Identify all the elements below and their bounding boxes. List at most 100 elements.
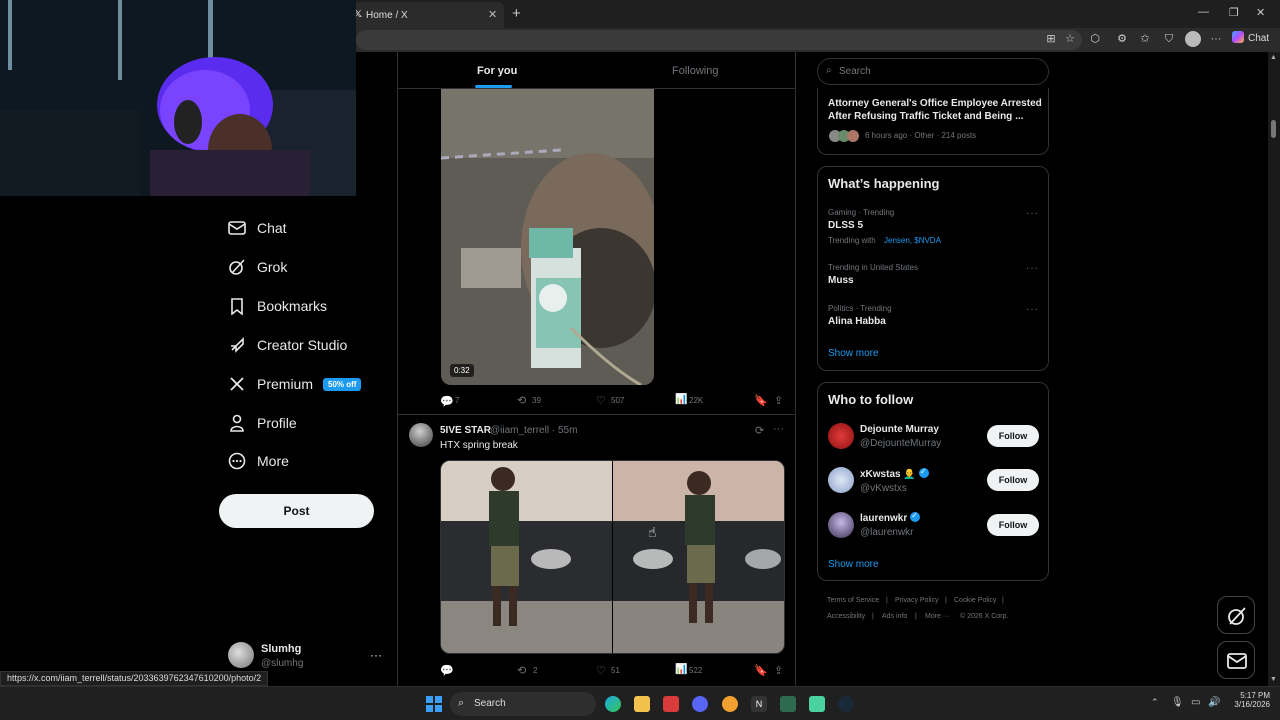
copilot-chat-button[interactable]: Chat [1232, 31, 1269, 44]
page-scrollbar[interactable] [1268, 52, 1280, 686]
search-input[interactable]: Search [839, 66, 871, 77]
footer-link-cookie[interactable]: Cookie Policy [954, 597, 996, 604]
scrollbar-thumb[interactable] [1271, 120, 1276, 138]
tray-chevron-icon[interactable]: ⌃ [1151, 697, 1159, 708]
app-icon[interactable] [722, 696, 738, 712]
bookmark-action-icon[interactable]: 🔖 [754, 664, 768, 677]
user-name[interactable]: xKwstas 👨‍🦲 [860, 467, 929, 480]
like-icon[interactable]: ♡ [596, 394, 606, 407]
user-avatar[interactable] [828, 512, 854, 538]
footer-link-ads[interactable]: Ads info [882, 613, 907, 620]
profile-avatar-icon[interactable] [1185, 31, 1201, 47]
repost-icon[interactable]: ⟲ [517, 394, 526, 407]
video-frame-image [441, 88, 654, 385]
taskbar-clock[interactable]: 5:17 PM 3/16/2026 [1222, 691, 1270, 709]
user-avatar[interactable] [828, 467, 854, 493]
new-tab-icon[interactable]: + [512, 5, 521, 22]
grok-explain-icon[interactable]: ⟳ [755, 424, 764, 437]
like-icon[interactable]: ♡ [596, 664, 606, 677]
user-name[interactable]: laurenwkr [860, 511, 921, 524]
tweet2-author-name[interactable]: 5IVE STAR [440, 425, 491, 436]
trend-more-icon[interactable]: ··· [1026, 304, 1039, 315]
app-icon[interactable] [780, 696, 796, 712]
file-explorer-icon[interactable] [634, 696, 650, 712]
trends-show-more[interactable]: Show more [828, 348, 879, 359]
share-icon[interactable]: ⇪ [774, 394, 783, 407]
app-icon[interactable] [809, 696, 825, 712]
tweet-photo-2[interactable] [613, 461, 784, 653]
news-headline-line2[interactable]: After Refusing Traffic Ticket and Being … [828, 111, 1023, 122]
scroll-down-icon[interactable]: ▼ [1270, 676, 1277, 683]
trend-extra-links[interactable]: Jensen, $NVDA [884, 236, 941, 245]
microphone-icon[interactable]: 🎙 [1171, 697, 1184, 708]
nav-item-grok[interactable]: Grok [226, 252, 287, 282]
reply-icon[interactable]: 💬 [440, 664, 454, 677]
nav-item-more[interactable]: More [226, 446, 289, 476]
extensions-puzzle-icon[interactable]: ⚙ [1115, 32, 1129, 46]
share-icon[interactable]: ⇪ [774, 664, 783, 677]
user-name[interactable]: Dejounte Murray [860, 424, 939, 435]
steam-icon[interactable] [838, 696, 854, 712]
follow-button[interactable]: Follow [987, 514, 1039, 536]
footer-link-accessibility[interactable]: Accessibility [827, 613, 865, 620]
nav-item-chat[interactable]: Chat [226, 213, 287, 243]
windows-start-icon[interactable] [426, 696, 442, 712]
network-icon[interactable]: ▭ [1191, 697, 1200, 708]
settings-more-icon[interactable]: ··· [1209, 32, 1223, 46]
favorites-icon[interactable]: ✩ [1138, 32, 1152, 46]
address-bar[interactable] [356, 30, 1082, 50]
nav-item-profile[interactable]: Profile [226, 408, 297, 438]
messages-fab-button[interactable] [1217, 641, 1255, 679]
grok-icon [226, 256, 248, 278]
app-icon[interactable] [663, 696, 679, 712]
volume-icon[interactable]: 🔊 [1208, 697, 1220, 708]
trend-name[interactable]: Alina Habba [828, 316, 886, 327]
app-available-icon[interactable]: ⊞ [1044, 32, 1058, 46]
views-icon[interactable]: 📊 [675, 394, 687, 405]
tab-following[interactable]: Following [672, 65, 718, 77]
tweet-more-icon[interactable]: ··· [773, 423, 784, 435]
follow-button[interactable]: Follow [987, 469, 1039, 491]
follow-button[interactable]: Follow [987, 425, 1039, 447]
tweet-photo-1[interactable] [441, 461, 612, 653]
tweet-video[interactable] [441, 88, 654, 385]
extension-icon[interactable]: ⬡ [1088, 32, 1102, 46]
tab-for-you[interactable]: For you [477, 65, 517, 77]
trend-name[interactable]: DLSS 5 [828, 220, 863, 231]
tweet2-avatar[interactable] [409, 423, 433, 447]
nav-item-creator-studio[interactable]: Creator Studio [226, 330, 347, 360]
user-avatar[interactable] [828, 423, 854, 449]
scroll-up-icon[interactable]: ▲ [1270, 54, 1277, 61]
views-icon[interactable]: 📊 [675, 664, 687, 675]
trend-more-icon[interactable]: ··· [1026, 208, 1039, 219]
trend-more-icon[interactable]: ··· [1026, 263, 1039, 274]
discord-icon[interactable] [692, 696, 708, 712]
reply-icon[interactable]: 💬 [440, 395, 454, 408]
edge-app-icon[interactable] [605, 696, 621, 712]
follow-show-more[interactable]: Show more [828, 559, 879, 570]
nav-item-bookmarks[interactable]: Bookmarks [226, 291, 327, 321]
footer-link-terms[interactable]: Terms of Service [827, 597, 879, 604]
repost-icon[interactable]: ⟲ [517, 664, 526, 677]
trend-name[interactable]: Muss [828, 275, 854, 286]
close-window-icon[interactable]: ✕ [1256, 6, 1265, 19]
bookmark-action-icon[interactable]: 🔖 [754, 394, 768, 407]
account-more-icon[interactable]: ··· [370, 648, 382, 662]
footer-link-more[interactable]: More ··· [925, 613, 950, 620]
notion-icon[interactable]: N [751, 696, 767, 712]
favorite-star-icon[interactable]: ☆ [1063, 32, 1077, 46]
account-name[interactable]: Slumhg [261, 643, 301, 655]
close-tab-icon[interactable]: ✕ [488, 8, 497, 21]
post-button[interactable]: Post [219, 494, 374, 528]
tweet2-author-handle[interactable]: @iiam_terrell · 55m [490, 425, 577, 436]
nav-item-premium[interactable]: Premium 50% off [226, 369, 362, 399]
browser-tab[interactable]: 𝕏 Home / X ✕ [350, 2, 504, 28]
account-avatar[interactable] [228, 642, 254, 668]
footer-link-privacy[interactable]: Privacy Policy [895, 597, 939, 604]
restore-icon[interactable]: ❐ [1229, 6, 1239, 19]
minimize-icon[interactable]: — [1198, 6, 1209, 18]
shield-icon[interactable]: ⛉ [1162, 32, 1176, 46]
news-headline-line1[interactable]: Attorney General's Office Employee Arres… [828, 98, 1042, 109]
grok-fab-button[interactable] [1217, 596, 1255, 634]
taskbar-search[interactable]: ⌕ Search [450, 692, 596, 716]
